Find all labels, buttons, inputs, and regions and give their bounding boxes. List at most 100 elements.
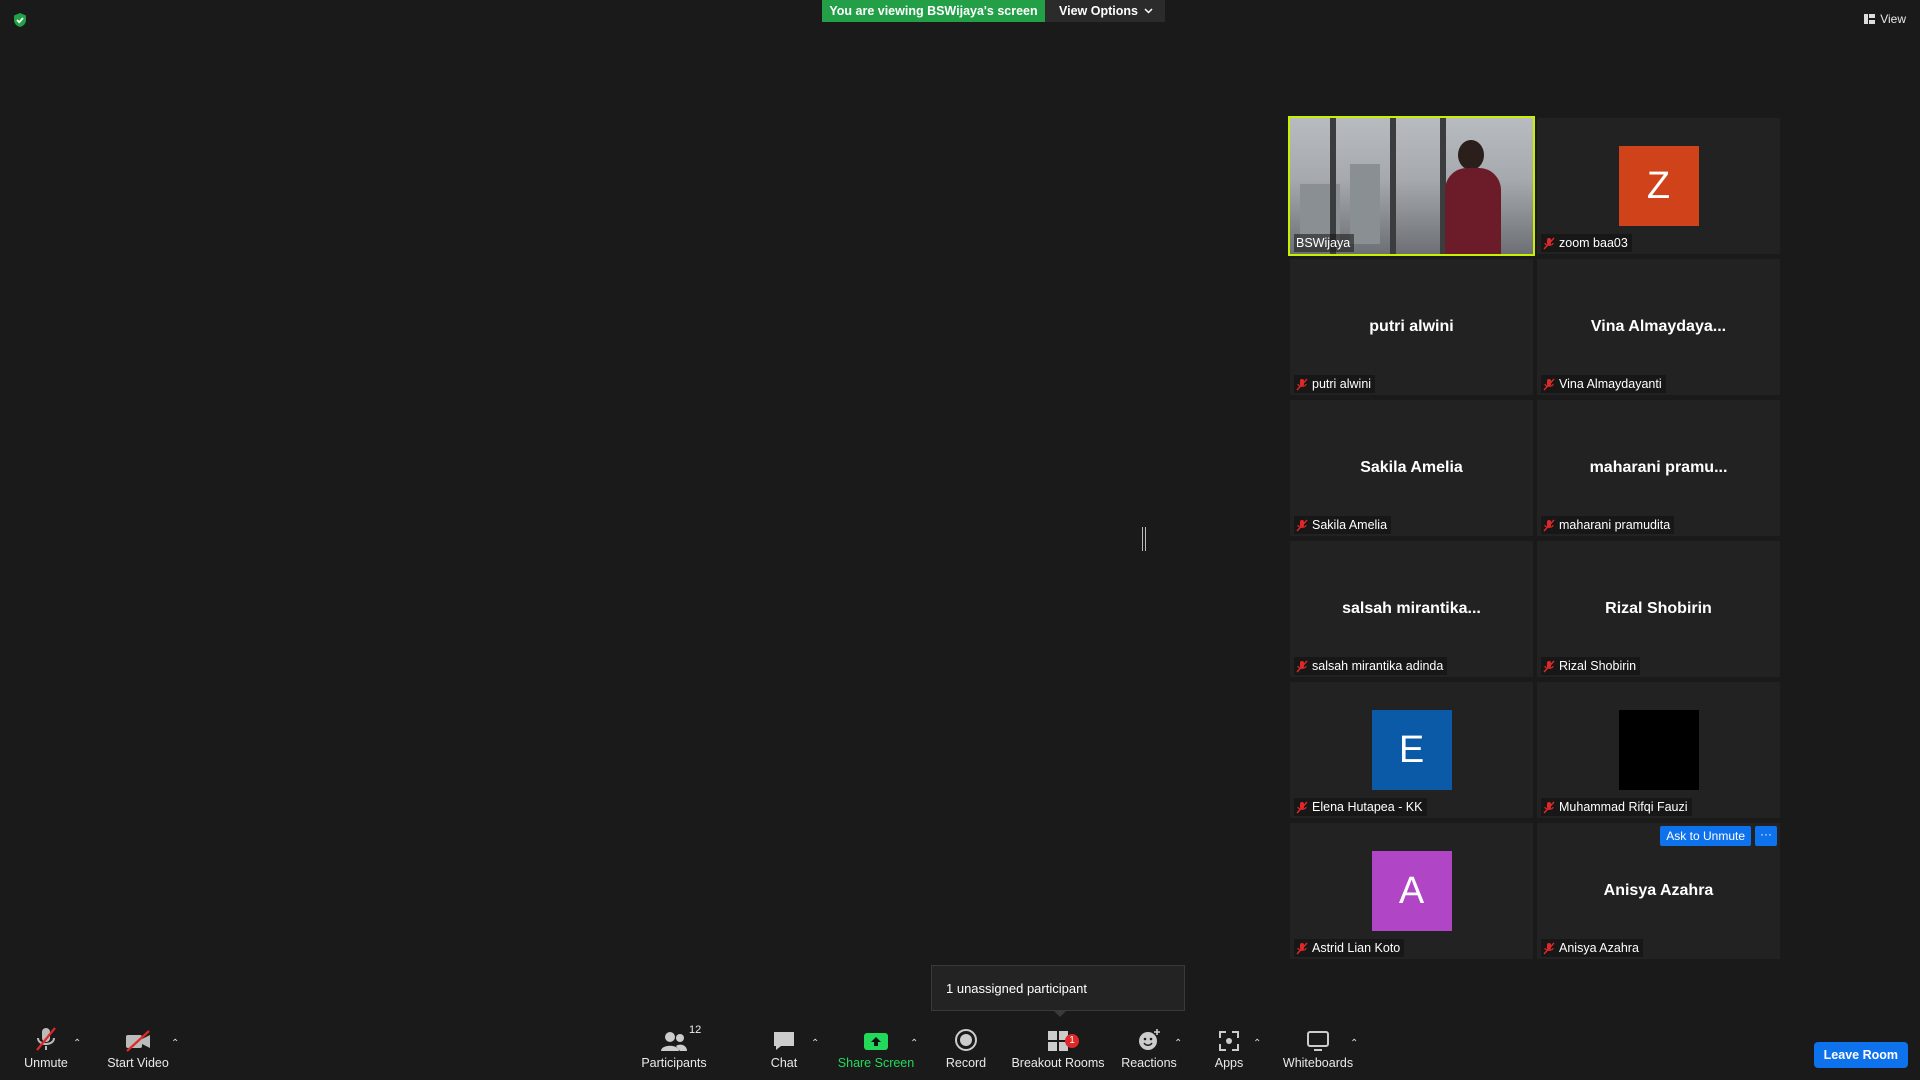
screen-share-banner: You are viewing BSWijaya's screen View O…	[822, 0, 1165, 22]
participant-tile[interactable]: Sakila Amelia Sakila Amelia	[1290, 400, 1533, 536]
start-video-button[interactable]: Start Video	[107, 1010, 169, 1070]
participant-tile[interactable]: salsah mirantika... salsah mirantika adi…	[1290, 541, 1533, 677]
reactions-smiley-icon	[1139, 1029, 1160, 1050]
participant-name-label: Muhammad Rifqi Fauzi	[1541, 798, 1692, 816]
participant-tile[interactable]: Ask to Unmute ··· Anisya Azahra Anisya A…	[1537, 823, 1780, 959]
chat-button[interactable]: Chat	[768, 1010, 800, 1070]
participant-tile[interactable]: Rizal Shobirin Rizal Shobirin	[1537, 541, 1780, 677]
participant-name-label: salsah mirantika adinda	[1294, 657, 1448, 675]
viewing-screen-label: You are viewing BSWijaya's screen	[822, 0, 1045, 22]
reactions-options-caret-icon[interactable]: ⌃	[1174, 1038, 1182, 1049]
audio-options-caret-icon[interactable]: ⌃	[73, 1038, 81, 1049]
breakout-notification-badge: 1	[1065, 1034, 1079, 1048]
participant-gallery: BSWijaya Z zoom baa03 putri alwini putri…	[1288, 116, 1780, 959]
participant-display-name: putri alwini	[1369, 318, 1454, 335]
chevron-down-icon	[1144, 8, 1153, 14]
whiteboard-icon	[1307, 1031, 1329, 1051]
whiteboards-button[interactable]: Whiteboards	[1283, 1010, 1353, 1070]
participant-display-name: Anisya Azahra	[1603, 882, 1714, 899]
participant-name-label: Sakila Amelia	[1294, 516, 1392, 534]
participant-name-label: zoom baa03	[1541, 234, 1632, 252]
participant-tile[interactable]: maharani pramu... maharani pramudita	[1537, 400, 1780, 536]
gallery-view-icon	[1864, 14, 1876, 24]
record-label: Record	[945, 1056, 987, 1070]
participant-tile[interactable]: E Elena Hutapea - KK	[1290, 682, 1533, 818]
mic-muted-icon	[1296, 519, 1308, 531]
share-options-caret-icon[interactable]: ⌃	[910, 1038, 918, 1049]
mic-muted-icon	[1543, 237, 1555, 249]
participants-icon	[661, 1032, 687, 1051]
share-screen-icon	[864, 1033, 888, 1050]
participant-display-name: Vina Almaydaya...	[1590, 318, 1727, 335]
avatar: Z	[1618, 146, 1699, 226]
breakout-rooms-label: Breakout Rooms	[1011, 1056, 1105, 1070]
participant-name-label: Rizal Shobirin	[1541, 657, 1641, 675]
participant-name-label: Vina Almaydayanti	[1541, 375, 1666, 393]
view-button-label: View	[1880, 12, 1906, 26]
breakout-rooms-button[interactable]: Breakout Rooms	[1011, 1010, 1105, 1070]
mic-muted-icon	[1543, 519, 1555, 531]
participant-tile[interactable]: A Astrid Lian Koto	[1290, 823, 1533, 959]
chat-label: Chat	[770, 1056, 798, 1070]
mic-muted-icon	[1296, 660, 1308, 672]
participant-display-name: salsah mirantika...	[1342, 600, 1481, 617]
whiteboards-options-caret-icon[interactable]: ⌃	[1350, 1038, 1358, 1049]
ask-to-unmute-button[interactable]: Ask to Unmute	[1660, 826, 1751, 846]
participants-button[interactable]: Participants	[641, 1010, 707, 1070]
video-options-caret-icon[interactable]: ⌃	[171, 1038, 179, 1049]
apps-icon	[1219, 1031, 1239, 1051]
participant-display-name: Sakila Amelia	[1360, 459, 1463, 476]
chat-options-caret-icon[interactable]: ⌃	[811, 1038, 819, 1049]
mic-muted-icon	[1296, 378, 1308, 390]
participant-tile[interactable]: Vina Almaydaya... Vina Almaydayanti	[1537, 259, 1780, 395]
text-cursor-mark	[1142, 527, 1146, 551]
participants-count: 12	[689, 1024, 702, 1036]
participant-tile[interactable]: Z zoom baa03	[1537, 118, 1780, 254]
avatar: E	[1371, 710, 1452, 790]
microphone-muted-icon	[36, 1027, 56, 1051]
apps-button[interactable]: Apps	[1214, 1010, 1244, 1070]
participants-label: Participants	[641, 1056, 707, 1070]
participant-tile-bswijaya[interactable]: BSWijaya	[1288, 116, 1535, 256]
avatar	[1618, 710, 1699, 790]
record-icon	[955, 1029, 977, 1051]
mic-muted-icon	[1543, 801, 1555, 813]
reactions-button[interactable]: Reactions	[1121, 1010, 1177, 1070]
participant-name-label: BSWijaya	[1294, 234, 1355, 252]
apps-label: Apps	[1214, 1056, 1244, 1070]
participant-name-label: Elena Hutapea - KK	[1294, 798, 1427, 816]
more-options-button[interactable]: ···	[1755, 826, 1777, 846]
mic-muted-icon	[1543, 660, 1555, 672]
participant-tile[interactable]: Muhammad Rifqi Fauzi	[1537, 682, 1780, 818]
apps-options-caret-icon[interactable]: ⌃	[1253, 1038, 1261, 1049]
unassigned-participant-tooltip: 1 unassigned participant	[931, 965, 1185, 1011]
unmute-label: Unmute	[24, 1056, 68, 1070]
unmute-button[interactable]: Unmute	[22, 1010, 70, 1070]
share-screen-label: Share Screen	[837, 1056, 915, 1070]
participant-name-label: putri alwini	[1294, 375, 1376, 393]
mic-muted-icon	[1296, 801, 1308, 813]
participant-display-name: maharani pramu...	[1589, 459, 1728, 476]
mic-muted-icon	[1296, 942, 1308, 954]
security-shield-icon[interactable]	[12, 12, 28, 28]
leave-room-button[interactable]: Leave Room	[1813, 1042, 1908, 1068]
participant-name-label: Astrid Lian Koto	[1294, 939, 1405, 957]
view-options-label: View Options	[1059, 4, 1138, 18]
view-layout-button[interactable]: View	[1864, 12, 1906, 26]
view-options-dropdown[interactable]: View Options	[1045, 0, 1165, 22]
participant-name-label: Anisya Azahra	[1541, 939, 1643, 957]
chat-bubble-icon	[774, 1032, 794, 1050]
reactions-label: Reactions	[1121, 1056, 1177, 1070]
avatar: A	[1371, 851, 1452, 931]
participant-tile[interactable]: putri alwini putri alwini	[1290, 259, 1533, 395]
video-camera-off-icon	[126, 1030, 150, 1052]
share-screen-button[interactable]: Share Screen	[837, 1010, 915, 1070]
mic-muted-icon	[1543, 378, 1555, 390]
participant-name-label: maharani pramudita	[1541, 516, 1675, 534]
participant-display-name: Rizal Shobirin	[1605, 600, 1712, 617]
start-video-label: Start Video	[107, 1056, 169, 1070]
whiteboards-label: Whiteboards	[1282, 1056, 1354, 1070]
mic-muted-icon	[1543, 942, 1555, 954]
meeting-toolbar: Unmute ⌃ Start Video ⌃ Participants 12 C…	[0, 1010, 1920, 1080]
record-button[interactable]: Record	[944, 1010, 988, 1070]
